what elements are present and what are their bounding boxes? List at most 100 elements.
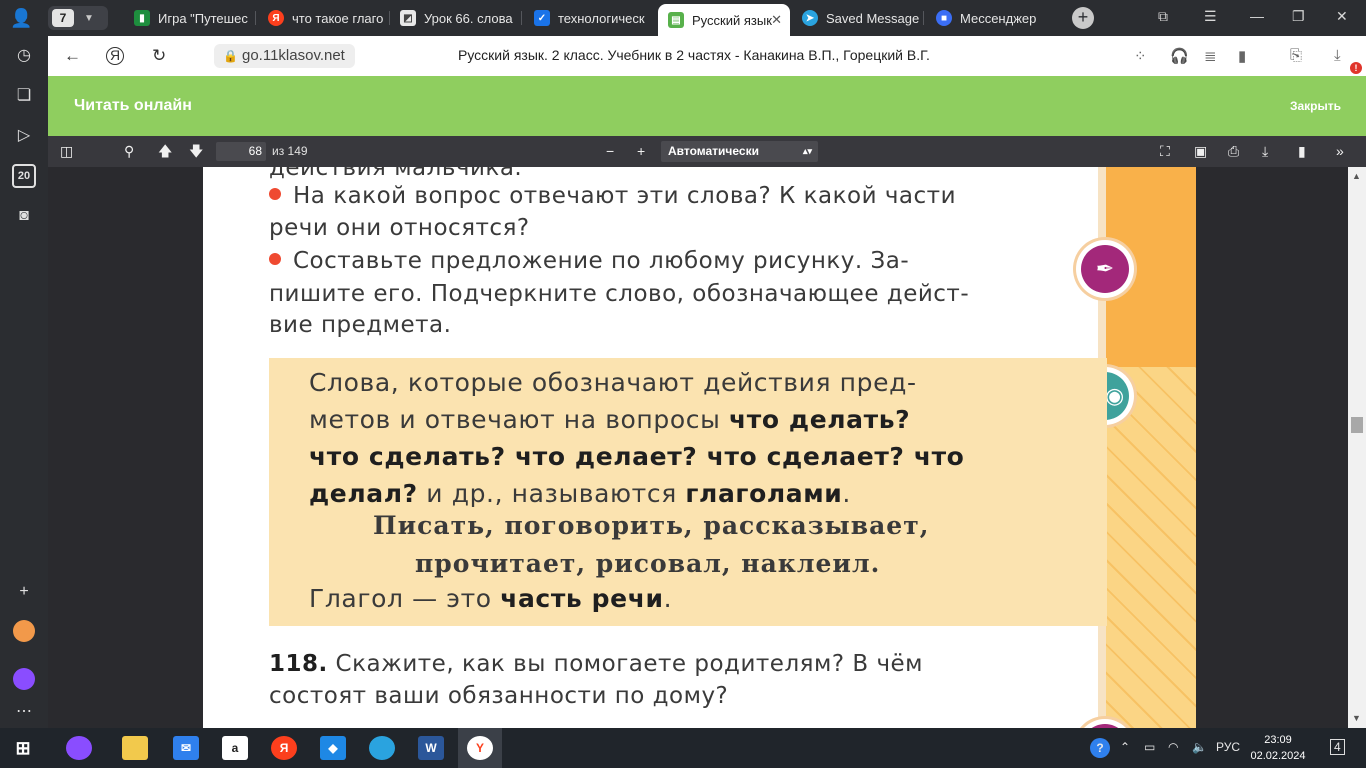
history-icon[interactable]: ◷	[12, 44, 36, 68]
language-indicator[interactable]: РУС	[1216, 740, 1240, 754]
notifications-icon[interactable]: 4	[1330, 739, 1345, 755]
rule-line: Глагол — это часть речи.	[309, 584, 672, 613]
mail-icon[interactable]: ✉	[173, 736, 199, 760]
word-icon[interactable]: W	[418, 736, 444, 760]
restore-icon[interactable]: ❐	[1292, 8, 1305, 25]
windows-start-icon[interactable]: ⊞	[10, 736, 36, 760]
rule-box: Слова, которые обозначают действия пред-…	[269, 358, 1107, 626]
print-icon[interactable]: ⎙	[1228, 143, 1239, 159]
select-arrows-icon: ▴▾	[802, 146, 812, 156]
yandex-icon: Я	[268, 10, 284, 26]
telegram-icon: ➤	[802, 10, 818, 26]
tray-chevron-icon[interactable]: ⌃	[1120, 740, 1130, 754]
more-icon[interactable]: ⋯	[12, 700, 36, 724]
text: .	[663, 584, 673, 613]
extensions-icon[interactable]: ⁘	[1134, 47, 1147, 65]
reader-mode-icon[interactable]: ≣	[1204, 47, 1217, 65]
tabs-overview-icon[interactable]: ⧉	[1158, 8, 1168, 25]
yandex-home-icon[interactable]: Я	[106, 47, 124, 65]
question-line: На какой вопрос отвечают эти слова? К ка…	[269, 183, 956, 209]
zoom-out-icon[interactable]: −	[606, 143, 614, 159]
zoom-in-icon[interactable]: +	[637, 143, 645, 159]
tab-what-is-verb[interactable]: Я что такое глаго	[258, 4, 390, 32]
clock[interactable]: 23:09 02.02.2024	[1248, 732, 1308, 764]
tools-menu-icon[interactable]: »	[1336, 143, 1344, 159]
collections-icon[interactable]: ❏	[12, 84, 36, 108]
address-bar: ← Я ↻ 🔒 go.11klasov.net Русский язык. 2 …	[48, 36, 1366, 76]
bold-text: что сделать? что делает? что сделает? чт…	[309, 442, 965, 471]
bold-text: делал?	[309, 479, 418, 508]
tab-game[interactable]: ▮ Игра "Путешес	[124, 4, 256, 32]
minimize-icon[interactable]: —	[1250, 8, 1264, 24]
browser-sidebar: ◷ ❏ ▷ 20 ◙ + ⋯	[0, 36, 48, 728]
sidebar-badge-icon[interactable]: 20	[12, 164, 36, 188]
scrollbar[interactable]: ▲ ▼	[1348, 167, 1366, 728]
tab-bar: 👤 7 ▼ ▮ Игра "Путешес Я что такое глаго …	[0, 0, 1366, 36]
play-icon[interactable]: ▷	[12, 124, 36, 148]
save-icon[interactable]: ⤓	[1262, 143, 1268, 159]
alice-icon[interactable]	[66, 736, 92, 760]
wifi-icon[interactable]: ◠	[1168, 740, 1178, 754]
yandex-icon[interactable]: Я	[271, 736, 297, 760]
tab-tech[interactable]: ✓ технологическ	[524, 4, 656, 32]
reader-title: Читать онлайн	[74, 97, 192, 114]
help-icon[interactable]: ?	[1090, 738, 1110, 758]
zoom-select[interactable]: Автоматически ▴▾	[661, 141, 818, 162]
tab-lesson-66[interactable]: ◩ Урок 66. слова	[390, 4, 522, 32]
write-badge: ✒	[1076, 240, 1134, 298]
previous-page-icon[interactable]: 🡅	[158, 143, 172, 159]
close-reader-button[interactable]: Закрыть	[1290, 99, 1341, 113]
pdf-viewer[interactable]: действия мальчика. На какой вопрос отвеч…	[48, 167, 1348, 728]
page-count: из 149	[272, 144, 308, 158]
alice-icon[interactable]	[12, 668, 36, 692]
search-icon[interactable]: ⚲	[124, 143, 134, 159]
reload-icon[interactable]: ↻	[152, 46, 166, 66]
tab-saved-messages[interactable]: ➤ Saved Message	[792, 4, 924, 32]
bookmark-icon[interactable]: ▮	[1238, 47, 1246, 65]
scrollbar-thumb[interactable]	[1351, 417, 1363, 433]
bookmark-icon[interactable]: ▮	[1298, 143, 1306, 159]
dropbox-icon[interactable]: ◆	[320, 736, 346, 760]
tab-group-button[interactable]: 7 ▼	[48, 6, 108, 30]
amazon-icon[interactable]: a	[222, 736, 248, 760]
url-field[interactable]: 🔒 go.11klasov.net	[214, 44, 355, 68]
tab-title: Saved Message	[826, 10, 920, 26]
battery-icon[interactable]: ▭	[1144, 740, 1155, 754]
file-explorer-icon[interactable]	[122, 736, 148, 760]
new-tab-button[interactable]: +	[1072, 7, 1094, 29]
volume-icon[interactable]: 🔈	[1192, 740, 1207, 754]
next-page-icon[interactable]: 🡇	[189, 143, 203, 159]
checkmark-icon: ✓	[534, 10, 550, 26]
screenshot-icon[interactable]: ◙	[12, 204, 36, 228]
text: .	[842, 479, 851, 508]
text: Скажите, как вы помогаете родителям? В ч…	[327, 651, 924, 677]
open-file-icon[interactable]: ▣	[1194, 143, 1207, 159]
presentation-mode-icon[interactable]: ⛶	[1160, 143, 1170, 159]
headphones-icon[interactable]: 🎧	[1170, 47, 1189, 65]
sidebar-toggle-icon[interactable]: ◫	[60, 143, 73, 159]
yandex-browser-icon[interactable]: Y	[467, 736, 493, 760]
exercise-number: 118.	[269, 651, 328, 677]
scroll-up-icon[interactable]: ▲	[1352, 171, 1361, 181]
page-number-input[interactable]: 68	[216, 142, 266, 161]
example-line: прочитает, рисовал, наклеил.	[415, 549, 881, 578]
close-window-icon[interactable]: ✕	[1336, 8, 1348, 25]
download-icon[interactable]: ⤓	[1334, 47, 1341, 64]
back-icon[interactable]: ←	[64, 46, 81, 66]
tab-messenger[interactable]: ■ Мессенджер	[926, 4, 1058, 32]
edge-icon[interactable]	[369, 736, 395, 760]
close-icon[interactable]: ✕	[771, 12, 782, 28]
share-icon[interactable]: ⎘	[1290, 47, 1302, 64]
reader-header: Читать онлайн Закрыть	[48, 76, 1366, 136]
profile-icon[interactable]: 👤	[10, 7, 32, 29]
page-title: Русский язык. 2 класс. Учебник в 2 частя…	[458, 47, 930, 63]
scroll-down-icon[interactable]: ▼	[1352, 713, 1361, 723]
menu-icon[interactable]: ☰	[1204, 8, 1217, 25]
add-icon[interactable]: +	[12, 580, 36, 604]
weather-icon[interactable]	[12, 620, 36, 644]
question-line: вие предмета.	[269, 312, 452, 338]
tab-russian-language[interactable]: ▤ Русский язык ✕	[658, 4, 790, 36]
exercise-line: состоят ваши обязанности по дому?	[269, 683, 729, 709]
tab-title: Русский язык	[692, 12, 772, 28]
rule-line: делал? и др., называются глаголами.	[309, 479, 851, 508]
